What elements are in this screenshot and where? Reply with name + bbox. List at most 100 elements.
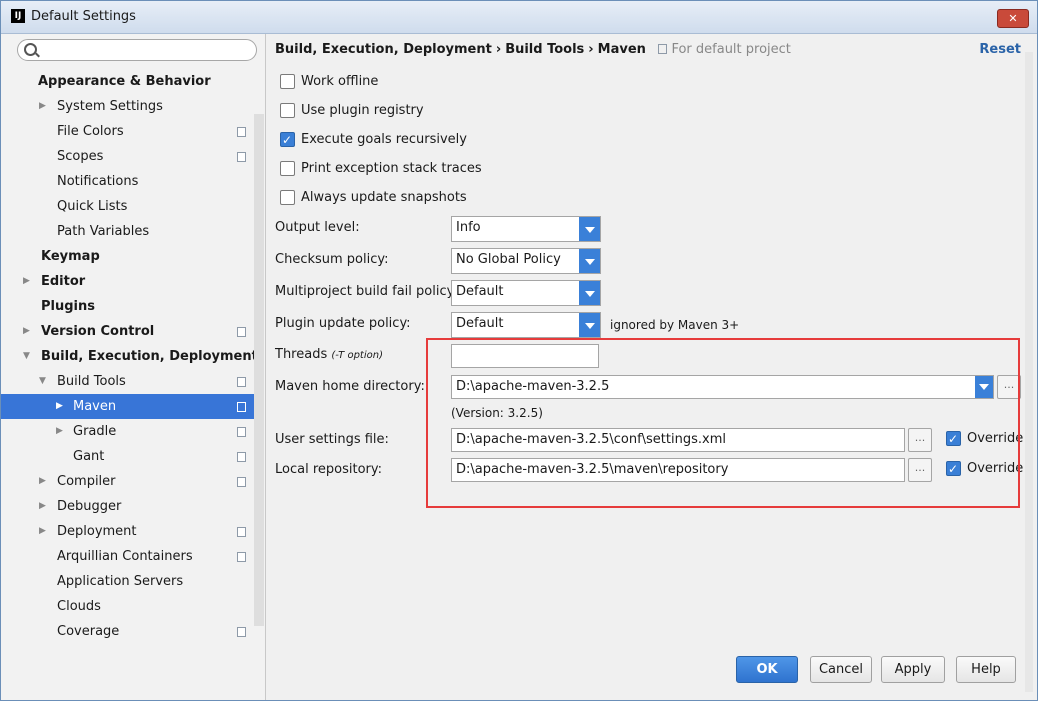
tree-label: Clouds [57,599,101,614]
expand-arrow-icon[interactable]: ▶ [23,269,30,294]
tree-item-app-servers[interactable]: Application Servers [1,569,254,594]
expand-arrow-icon[interactable]: ▶ [39,519,46,544]
project-copy-icon [234,474,246,487]
checkbox-box[interactable] [280,103,295,118]
reset-link[interactable]: Reset [979,42,1021,57]
tree-item-appearance[interactable]: Appearance & Behavior [1,69,254,94]
tree-label: Deployment [57,524,137,539]
project-copy-icon [658,44,668,54]
search-input[interactable] [40,41,249,59]
tree-item-compiler[interactable]: ▶ Compiler [1,469,254,494]
expand-arrow-icon[interactable]: ▶ [39,469,46,494]
breadcrumb: Build, Execution, Deployment › Build Tools… [275,42,791,57]
tree-item-clouds[interactable]: Clouds [1,594,254,619]
settings-dialog: IJ Default Settings ✕ Appearance & Behav… [0,0,1038,701]
threads-label-text: Threads [275,347,328,362]
tree-label: Quick Lists [57,199,128,214]
project-copy-icon [234,424,246,437]
help-button[interactable]: Help [956,656,1016,683]
tree-label: Coverage [57,624,120,639]
checksum-policy-label: Checksum policy: [275,252,389,267]
tree-item-plugins[interactable]: Plugins [1,294,254,319]
tree-label: Version Control [41,324,155,339]
fail-policy-select[interactable]: Default [451,280,601,306]
breadcrumb-item: Maven [597,42,646,57]
sidebar-scrollbar[interactable] [254,114,264,626]
checkbox-box[interactable] [280,161,295,176]
settings-tree: Appearance & Behavior ▶ System Settings F… [1,69,258,644]
tree-label: Compiler [57,474,116,489]
search-icon [24,43,37,56]
dropdown-arrow-icon[interactable] [579,313,600,337]
tree-item-system-settings[interactable]: ▶ System Settings [1,94,254,119]
scope-note-text: For default project [671,42,791,57]
tree-item-scopes[interactable]: Scopes [1,144,254,169]
tree-label: Plugins [41,299,95,314]
tree-item-editor[interactable]: ▶ Editor [1,269,254,294]
tree-label: Gant [73,449,105,464]
cancel-button[interactable]: Cancel [810,656,872,683]
breadcrumb-separator: › [588,42,594,57]
expand-arrow-icon[interactable]: ▶ [56,394,63,419]
tree-item-gant[interactable]: Gant [1,444,254,469]
tree-label: Keymap [41,249,100,264]
close-button[interactable]: ✕ [997,9,1029,28]
checkbox-box[interactable] [280,130,295,150]
breadcrumb-item: Build Tools [505,42,585,57]
project-copy-icon [234,549,246,562]
dropdown-arrow-icon[interactable] [579,249,600,273]
tree-item-maven[interactable]: ▶ Maven [1,394,254,419]
tree-item-gradle[interactable]: ▶ Gradle [1,419,254,444]
title-bar: IJ Default Settings ✕ [1,1,1037,34]
tree-item-build-tools[interactable]: ▼ Build Tools [1,369,254,394]
panel-scrollbar[interactable] [1025,52,1033,692]
checksum-policy-select[interactable]: No Global Policy [451,248,601,274]
tree-label: Debugger [57,499,122,514]
breadcrumb-separator: › [495,42,502,57]
tree-item-quick-lists[interactable]: Quick Lists [1,194,254,219]
dropdown-arrow-icon[interactable] [579,281,600,305]
tree-item-keymap[interactable]: Keymap [1,244,254,269]
apply-button[interactable]: Apply [881,656,945,683]
expand-arrow-icon[interactable]: ▶ [39,94,46,119]
tree-item-coverage[interactable]: Coverage [1,619,254,644]
breadcrumb-item: Build, Execution, Deployment [275,42,492,57]
settings-search[interactable] [17,39,257,61]
expand-arrow-icon[interactable]: ▶ [39,494,46,519]
project-copy-icon [234,624,246,637]
tree-label: Appearance & Behavior [38,74,211,89]
tree-item-notifications[interactable]: Notifications [1,169,254,194]
project-copy-icon [234,524,246,537]
expand-arrow-icon[interactable]: ▶ [23,319,30,344]
plugin-update-label: Plugin update policy: [275,316,411,331]
checkbox-box[interactable] [280,74,295,89]
checkbox-box[interactable] [280,190,295,205]
settings-sidebar: Appearance & Behavior ▶ System Settings F… [1,34,266,700]
tree-item-arquillian[interactable]: Arquillian Containers [1,544,254,569]
tree-label: Arquillian Containers [57,549,193,564]
checkbox-label: Work offline [301,74,379,89]
tree-item-build-execution[interactable]: ▼ Build, Execution, Deployment [1,344,258,369]
threads-label: Threads (-T option) [275,347,383,362]
dropdown-arrow-icon[interactable] [579,217,600,241]
collapse-arrow-icon[interactable]: ▼ [39,369,46,394]
project-copy-icon [234,149,246,162]
highlight-annotation-box [426,338,1020,508]
tree-item-version-control[interactable]: ▶ Version Control [1,319,254,344]
output-level-select[interactable]: Info [451,216,601,242]
tree-label: Gradle [73,424,117,439]
tree-item-path-variables[interactable]: Path Variables [1,219,254,244]
expand-arrow-icon[interactable]: ▶ [56,419,63,444]
tree-label: Editor [41,274,86,289]
tree-item-deployment[interactable]: ▶ Deployment [1,519,254,544]
tree-item-file-colors[interactable]: File Colors [1,119,254,144]
output-level-label: Output level: [275,220,360,235]
collapse-arrow-icon[interactable]: ▼ [23,344,30,369]
project-scope-note: For default project [650,42,791,57]
tree-label: Application Servers [57,574,184,589]
plugin-update-select[interactable]: Default [451,312,601,338]
checkbox-label: Use plugin registry [301,103,424,118]
ok-button[interactable]: OK [736,656,798,683]
tree-item-debugger[interactable]: ▶ Debugger [1,494,254,519]
project-copy-icon [234,399,246,412]
